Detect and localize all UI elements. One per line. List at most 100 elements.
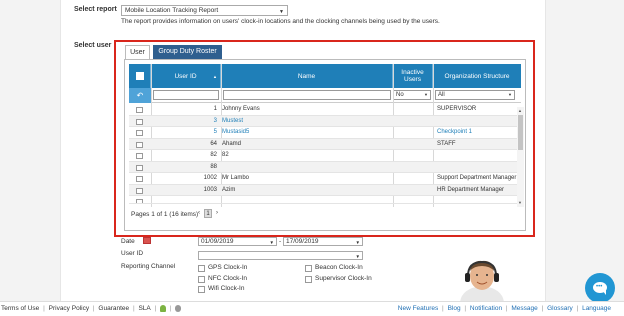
gps-clockin-checkbox[interactable] (198, 265, 205, 272)
row-user-id: 88 (210, 163, 217, 170)
row-name: Azim (222, 186, 236, 193)
row-checkbox[interactable] (136, 118, 143, 125)
column-name[interactable]: Name (221, 64, 393, 88)
support-agent-image (452, 258, 512, 302)
inactive-filter[interactable]: No ▼ (393, 90, 431, 100)
row-checkbox[interactable] (136, 164, 143, 171)
table-row[interactable]: 1 Johnny Evans SUPERVISOR (129, 104, 521, 116)
row-org: STAFF (437, 140, 456, 147)
select-all-header (129, 64, 151, 88)
android-icon[interactable] (160, 305, 167, 312)
gps-clockin-label: GPS Clock-In (208, 264, 248, 271)
report-select[interactable]: Mobile Location Tracking Report ▼ (121, 5, 288, 16)
table-row[interactable]: 64 Ahamd STAFF (129, 138, 521, 150)
grid-scrollbar[interactable]: ▲ ▼ (517, 107, 524, 207)
row-org: SUPERVISOR (437, 106, 477, 112)
sort-arrow-icon: ▲ (213, 73, 217, 79)
undo-icon[interactable]: ↶ (129, 88, 151, 103)
row-checkbox[interactable] (136, 141, 143, 148)
table-row[interactable]: 3 Mustest (129, 115, 521, 128)
scroll-down-icon[interactable]: ▼ (518, 200, 522, 205)
report-select-value: Mobile Location Tracking Report (125, 7, 219, 14)
calendar-icon[interactable] (143, 237, 151, 244)
footer-separator: | (92, 305, 95, 313)
row-checkbox[interactable] (136, 199, 143, 203)
scrollbar-thumb[interactable] (518, 115, 523, 150)
supervisor-clockin-checkbox[interactable] (305, 276, 312, 283)
beacon-clockin-checkbox[interactable] (305, 265, 312, 272)
row-name: Ahamd (222, 140, 242, 147)
dropdown-arrow-icon: ▼ (279, 9, 284, 15)
page-number[interactable]: 1 (204, 209, 212, 218)
select-user-label: Select user (74, 42, 112, 49)
footer-link-notification[interactable]: Notification (470, 305, 502, 312)
row-user-id: 1003 (203, 186, 217, 193)
wifi-clockin-label: Wifi Clock-In (208, 285, 245, 292)
row-name (222, 162, 392, 174)
row-checkbox[interactable] (136, 130, 143, 136)
apple-icon[interactable] (175, 305, 182, 312)
footer-separator: | (169, 305, 172, 313)
date-to-input[interactable]: 17/09/2019 ▼ (283, 237, 363, 246)
footer-link-message[interactable]: Message (511, 305, 537, 312)
select-all-checkbox[interactable] (135, 72, 144, 80)
row-user-id: 82 (210, 152, 217, 158)
date-from-value: 01/09/2019 (201, 238, 234, 245)
table-row[interactable]: 1002 Mr Lambo Support Department Manager (129, 173, 521, 185)
column-user-id[interactable]: User ID ▲ (151, 64, 221, 88)
user-id-select[interactable]: ▼ (198, 251, 363, 260)
dropdown-arrow-icon: ▼ (355, 254, 360, 259)
footer-separator: | (505, 305, 508, 312)
scroll-up-icon[interactable]: ▲ (518, 108, 522, 113)
next-page-icon[interactable]: › (213, 209, 221, 218)
row-checkbox[interactable] (136, 187, 143, 194)
org-filter[interactable]: All ▼ (435, 90, 515, 100)
user-id-filter[interactable] (153, 90, 219, 100)
report-description: The report provides information on users… (121, 18, 440, 25)
column-organization-structure[interactable]: Organization Structure (433, 64, 521, 88)
nfc-clockin-checkbox[interactable] (198, 276, 205, 283)
row-checkbox[interactable] (136, 153, 143, 159)
row-user-id: 1002 (203, 175, 217, 181)
column-inactive-users[interactable]: Inactive Users (393, 64, 433, 88)
prev-page-icon[interactable]: ‹ (195, 209, 203, 218)
row-user-id: 1 (213, 106, 217, 112)
tab-user[interactable]: User (125, 45, 150, 59)
pager-summary: Pages 1 of 1 (16 items) (131, 211, 199, 218)
footer-separator: | (576, 305, 579, 312)
row-org (437, 116, 521, 128)
date-to-value: 17/09/2019 (286, 238, 319, 245)
table-row[interactable]: 5 Mustasid5 Checkpoint 1 (129, 127, 521, 139)
footer-separator: | (154, 305, 157, 313)
name-filter[interactable] (223, 90, 391, 100)
row-checkbox[interactable] (136, 107, 143, 113)
footer-link-sla[interactable]: SLA (138, 305, 150, 312)
row-user-id: 5 (213, 129, 217, 135)
user-id-label: User ID (121, 250, 144, 257)
footer-link-privacy[interactable]: Privacy Policy (49, 305, 89, 312)
footer-link-glossary[interactable]: Glossary (547, 305, 573, 312)
tab-group-duty-roster[interactable]: Group Duty Roster (153, 45, 222, 59)
wifi-clockin-checkbox[interactable] (198, 286, 205, 293)
footer-link-blog[interactable]: Blog (448, 305, 461, 312)
row-checkbox[interactable] (136, 176, 143, 182)
footer-separator: | (442, 305, 444, 312)
chat-dots: ••• (596, 284, 603, 290)
org-filter-value: All (438, 92, 445, 98)
row-org (437, 150, 521, 162)
beacon-clockin-label: Beacon Clock-In (315, 264, 363, 271)
table-row[interactable]: 1003 Azim HR Department Manager (129, 184, 521, 196)
grid-header: User ID ▲ Name Inactive Users Organizati… (129, 64, 521, 88)
row-org (437, 162, 521, 174)
dropdown-arrow-icon: ▼ (508, 92, 512, 97)
table-row[interactable]: 88 (129, 161, 521, 174)
date-from-input[interactable]: 01/09/2019 ▼ (198, 237, 277, 246)
footer-link-language[interactable]: Language (582, 305, 611, 312)
row-org: Support Department Manager (437, 175, 517, 181)
footer-link-terms[interactable]: Terms of Use (1, 305, 39, 312)
footer-link-new-features[interactable]: New Features (398, 305, 438, 312)
chat-icon[interactable]: ••• (585, 273, 615, 303)
table-row[interactable]: 82 82 (129, 150, 521, 162)
footer-link-guarantee[interactable]: Guarantee (98, 305, 129, 312)
table-row-partial[interactable] (129, 196, 521, 204)
